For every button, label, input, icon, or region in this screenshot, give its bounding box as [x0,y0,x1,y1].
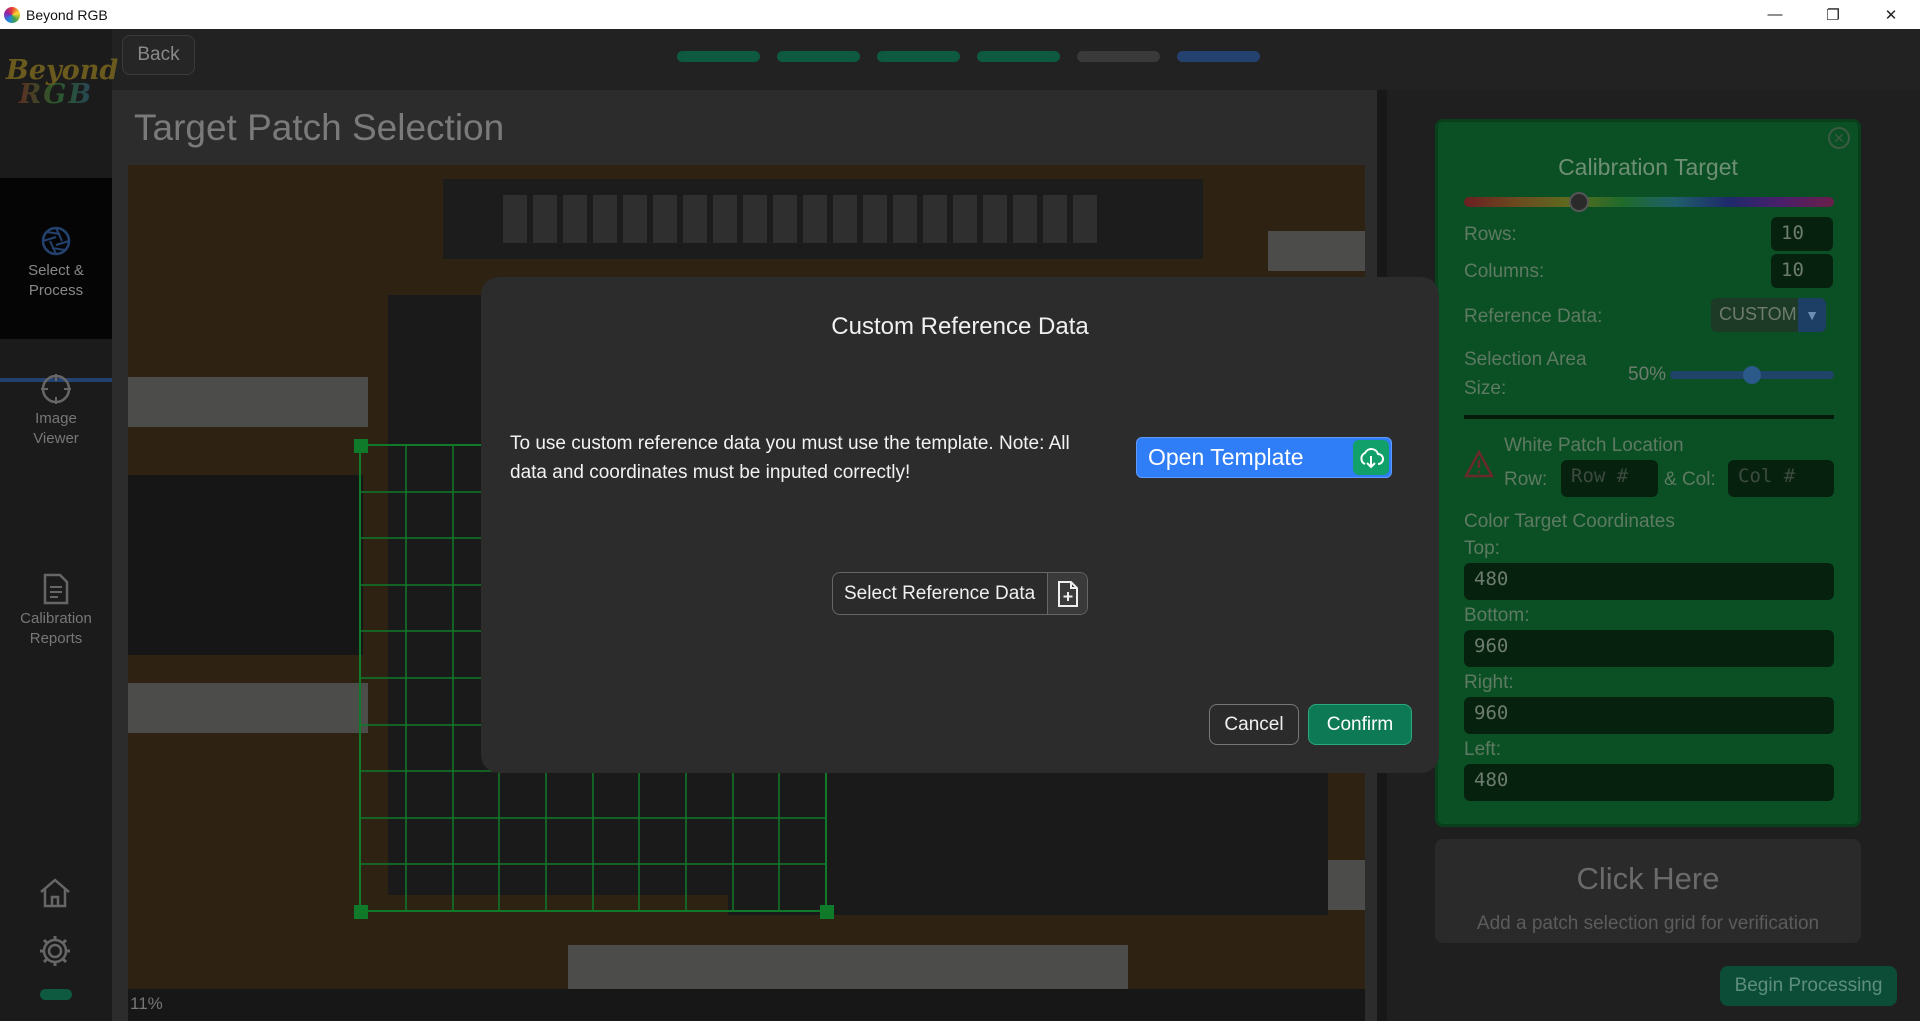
back-button[interactable]: Back [122,35,195,75]
progress-step-5 [1077,51,1160,62]
page-title: Target Patch Selection [134,107,505,148]
divider-line [1464,415,1834,419]
reference-data-label: Reference Data: [1464,306,1603,327]
progress-step-4 [977,51,1060,62]
white-patch-label: White Patch Location [1504,435,1684,456]
right-label: Right: [1464,672,1514,693]
selection-size-knob[interactable] [1743,366,1761,384]
verification-card[interactable]: Click Here Add a patch selection grid fo… [1435,839,1861,943]
col-label: & Col: [1664,469,1716,490]
sidebar-item-image-viewer[interactable]: Image Viewer [0,363,112,463]
modal-instructions: To use custom reference data you must us… [510,433,1070,483]
progress-step-6 [1177,51,1260,62]
sidebar: Beyond RGB Select & Process Image Viewer… [0,29,118,1021]
close-window-button[interactable]: ✕ [1862,0,1920,29]
top-input[interactable]: 480 [1464,563,1834,600]
top-label: Top: [1464,538,1500,559]
custom-reference-modal: Custom Reference Data To use custom refe… [481,277,1439,773]
white-patch-col-input[interactable]: Col # [1728,460,1834,497]
modal-title: Custom Reference Data [831,313,1089,340]
open-template-label: Open Template [1148,444,1304,470]
reference-data-select[interactable]: CUSTOM ▼ [1711,298,1826,332]
gear-icon[interactable] [38,934,72,968]
cloud-download-icon [1353,440,1389,475]
home-icon[interactable] [38,877,72,909]
sidebar-item-label: Calibration Reports [20,610,92,647]
sidebar-item-select-process[interactable]: Select & Process [0,178,112,339]
select-reference-data-button[interactable]: Select Reference Data [832,572,1088,615]
left-input[interactable]: 480 [1464,764,1834,801]
reference-data-value: CUSTOM [1719,304,1797,324]
document-icon [43,573,69,605]
right-input[interactable]: 960 [1464,697,1834,734]
rows-label: Rows: [1464,224,1517,245]
sidebar-item-calibration-reports[interactable]: Calibration Reports [0,563,112,663]
window-controls: — ❐ ✕ [1746,0,1920,29]
selection-size-value: 50% [1628,364,1667,385]
file-add-icon [1047,573,1087,614]
white-patch-row-input[interactable]: Row # [1561,460,1658,497]
verification-title: Click Here [1576,861,1720,896]
coordinates-label: Color Target Coordinates [1464,511,1675,532]
progress-step-3 [877,51,960,62]
hue-slider[interactable] [1464,197,1834,207]
calibration-target-card: ✕ Calibration Target Rows: 10 Columns: 1… [1435,119,1861,827]
maximize-button[interactable]: ❐ [1804,0,1862,29]
sidebar-item-label: Image Viewer [33,410,79,447]
bottom-input[interactable]: 960 [1464,630,1834,667]
confirm-button[interactable]: Confirm [1308,704,1412,745]
begin-processing-button[interactable]: Begin Processing [1720,966,1897,1006]
progress-step-1 [677,51,760,62]
status-pill [40,989,72,1000]
cancel-button[interactable]: Cancel [1209,704,1299,745]
chevron-down-icon: ▼ [1798,298,1826,332]
close-icon[interactable]: ✕ [1828,127,1850,149]
select-reference-data-label: Select Reference Data [844,582,1036,604]
open-template-button[interactable]: Open Template [1136,437,1392,478]
app-logo: Beyond RGB [6,57,118,108]
app-logo-icon [4,6,20,23]
selection-size-label: Size: [1464,378,1507,399]
sidebar-item-label: Select & Process [28,262,84,299]
selection-area-label: Selection Area [1464,349,1587,370]
progress-step-2 [777,51,860,62]
bottom-label: Bottom: [1464,605,1530,626]
verification-subtitle: Add a patch selection grid for verificat… [1476,913,1820,934]
window-title: Beyond RGB [26,6,108,23]
left-label: Left: [1464,739,1501,760]
warning-icon [1464,450,1494,478]
window-titlebar: Beyond RGB — ❐ ✕ [0,0,1920,29]
rows-input[interactable]: 10 [1771,217,1833,251]
zoom-level: 11% [128,989,1365,1021]
columns-label: Columns: [1464,261,1545,282]
minimize-button[interactable]: — [1746,0,1804,29]
hue-slider-knob[interactable] [1568,192,1589,212]
crosshair-icon [41,374,71,404]
columns-input[interactable]: 10 [1771,254,1833,288]
aperture-icon [41,226,71,256]
calibration-target-title: Calibration Target [1558,154,1738,180]
logo-bottom-text: RGB [6,81,106,108]
row-label: Row: [1504,469,1548,490]
